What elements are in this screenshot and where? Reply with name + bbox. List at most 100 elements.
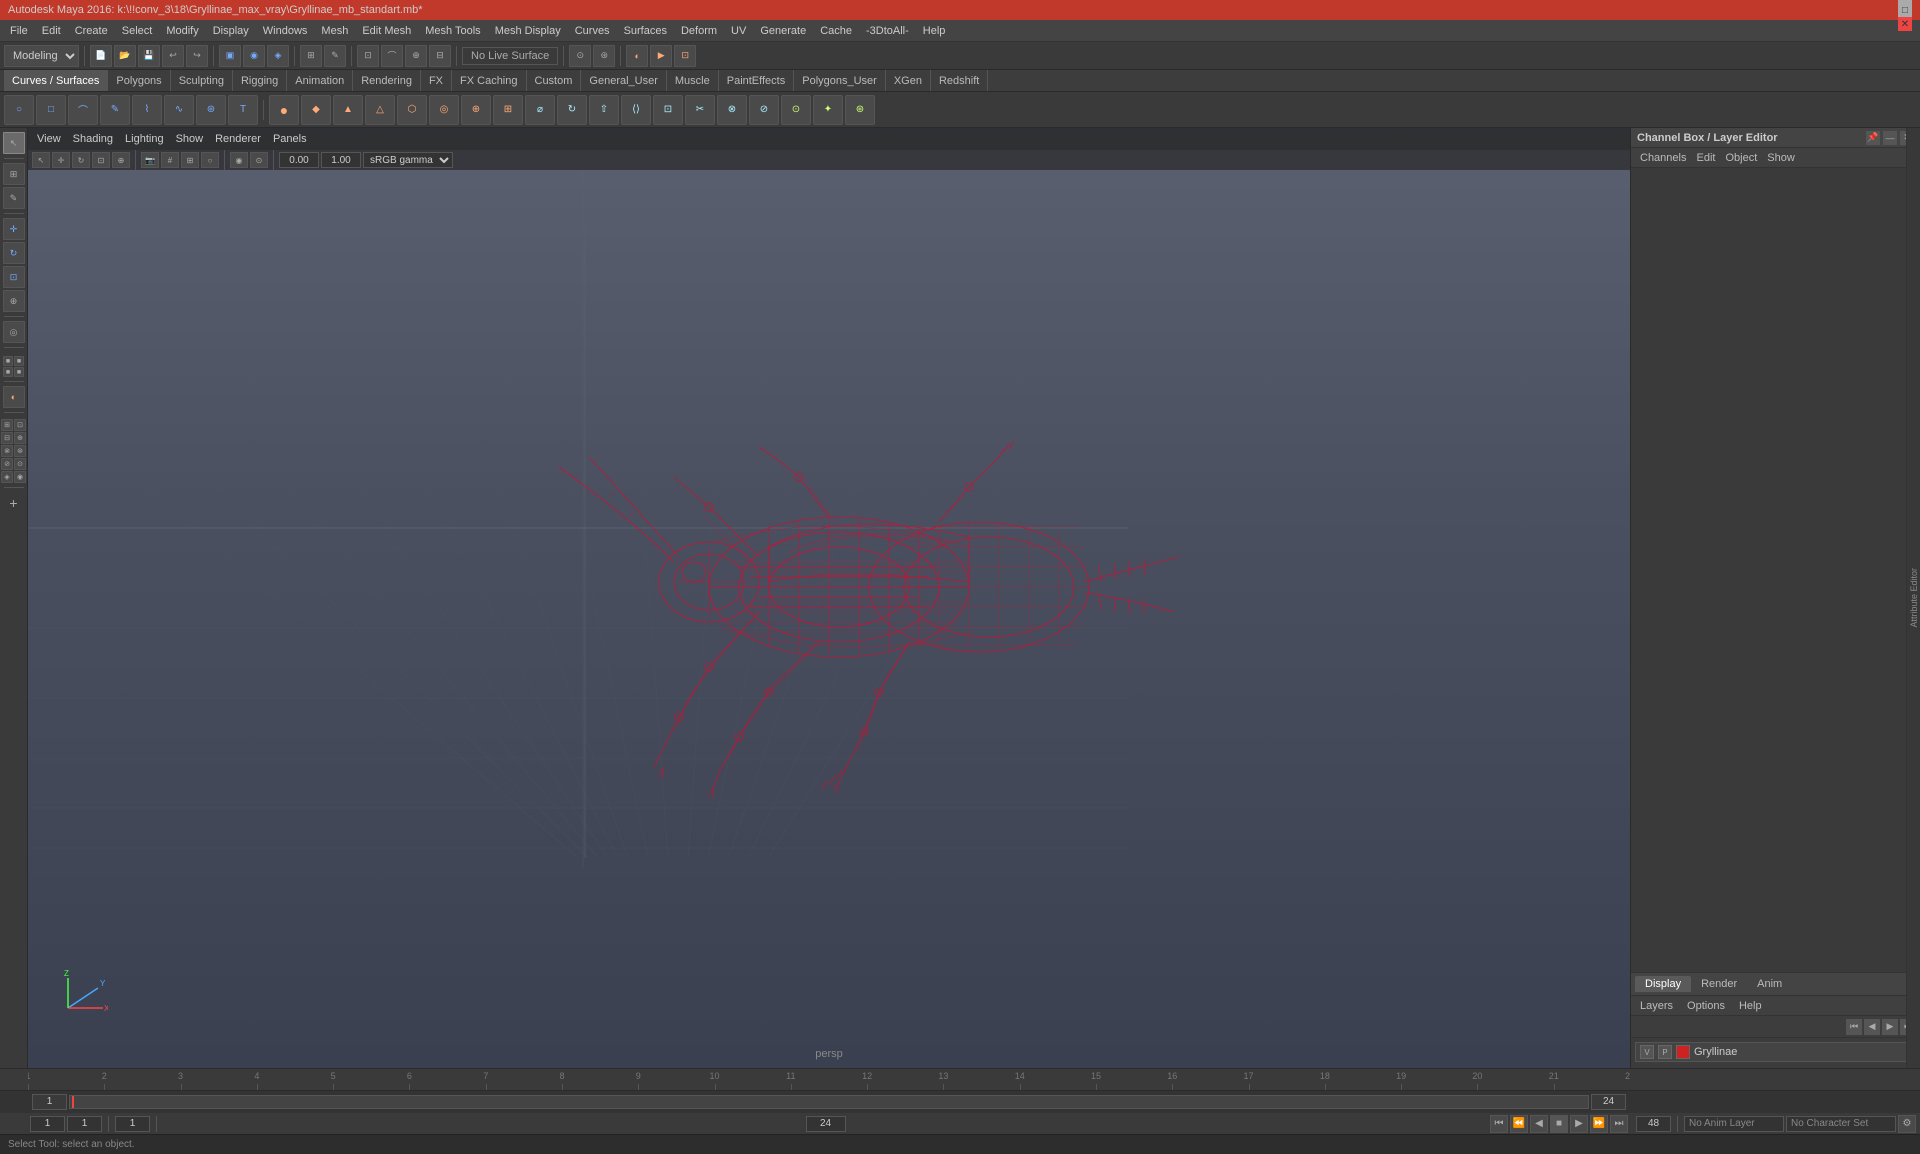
menu-edit[interactable]: Edit [36,23,67,39]
select-by-obj-btn[interactable]: ◉ [243,45,265,67]
vp-select-btn[interactable]: ↖ [32,152,50,168]
paint-sel-btn[interactable]: ✎ [324,45,346,67]
workspace-dropdown[interactable]: Modeling [4,45,79,67]
menu-select[interactable]: Select [116,23,159,39]
shelf-icon-project[interactable]: ⊙ [781,95,811,125]
shelf-tab-fx-caching[interactable]: FX Caching [452,70,526,91]
menu-surfaces[interactable]: Surfaces [618,23,673,39]
pb-play-fwd[interactable]: ▶ [1570,1115,1588,1133]
menu-help[interactable]: Help [917,23,952,39]
vp-grid-btn[interactable]: # [161,152,179,168]
vp-scale-btn[interactable]: ⊡ [92,152,110,168]
show-manip-btn[interactable]: ⊕ [3,290,25,312]
lasso-tool-btn[interactable]: ⊞ [3,163,25,185]
shelf-icon-trim[interactable]: ✂ [685,95,715,125]
pb-play-back[interactable]: ◀ [1530,1115,1548,1133]
menu-windows[interactable]: Windows [257,23,314,39]
shelf-tab-curves-surfaces[interactable]: Curves / Surfaces [4,70,108,91]
menu-create[interactable]: Create [69,23,114,39]
shelf-icon-plane[interactable]: ⬡ [397,95,427,125]
layers-menu-help[interactable]: Help [1734,998,1767,1014]
shelf-icon-birail[interactable]: ⟨⟩ [621,95,651,125]
layer-p-btn[interactable]: P [1658,1045,1672,1059]
cb-menu-object[interactable]: Object [1720,150,1762,166]
vp-menu-lighting[interactable]: Lighting [120,131,169,147]
tool-c1[interactable]: ⊗ [1,445,13,457]
move-tool-btn[interactable]: ✛ [3,218,25,240]
range-end-field[interactable]: 24 [1591,1094,1626,1110]
shelf-icon-nurbs2[interactable]: ⊞ [493,95,523,125]
vp-move-btn[interactable]: ✛ [52,152,70,168]
shelf-icon-helix[interactable]: ⊛ [196,95,226,125]
vp-hide-sel-btn[interactable]: ◉ [230,152,248,168]
shelf-tab-animation[interactable]: Animation [287,70,353,91]
shelf-tab-fx[interactable]: FX [421,70,452,91]
ipr-btn[interactable]: ⊡ [674,45,696,67]
layer-ctrl-3[interactable]: ▶ [1882,1019,1898,1035]
tool-e1[interactable]: ◈ [1,471,13,483]
vp-smooth-btn[interactable]: ○ [201,152,219,168]
cb-minimize-btn[interactable]: — [1883,131,1897,145]
shelf-icon-cylinder[interactable]: ▲ [333,95,363,125]
shelf-tab-muscle[interactable]: Muscle [667,70,719,91]
range-start-field[interactable]: 1 [32,1094,67,1110]
pb-step-back[interactable]: ⏪ [1510,1115,1528,1133]
layer-row-gryllinae[interactable]: V P Gryllinae [1635,1042,1916,1062]
layer-ctrl-1[interactable]: ⏮ [1846,1019,1862,1035]
select-tool-btn[interactable]: ↖ [3,132,25,154]
shelf-icon-ep[interactable]: ∿ [164,95,194,125]
shelf-icon-stitch[interactable]: ⊗ [717,95,747,125]
rotate-tool-btn[interactable]: ↻ [3,242,25,264]
pb-stop[interactable]: ■ [1550,1115,1568,1133]
new-file-btn[interactable]: 📄 [90,45,112,67]
snap-view-btn[interactable]: ⊟ [429,45,451,67]
vp-menu-panels[interactable]: Panels [268,131,312,147]
display-mode-1-btn[interactable]: ■ [3,356,13,366]
tool-b1[interactable]: ⊟ [1,432,13,444]
timeline-area[interactable]: 12345678910111213141516171819202122 [0,1068,1920,1090]
viewport[interactable]: View Shading Lighting Show Renderer Pane… [28,128,1630,1068]
shelf-icon-revolve[interactable]: ↻ [557,95,587,125]
pb-settings-btn[interactable]: ⚙ [1898,1115,1916,1133]
save-file-btn[interactable]: 💾 [138,45,160,67]
menu-mesh-tools[interactable]: Mesh Tools [419,23,486,39]
shelf-tab-paint-effects[interactable]: PaintEffects [719,70,795,91]
shelf-icon-offset[interactable]: ⊛ [845,95,875,125]
tool-a2[interactable]: ⊡ [14,419,26,431]
shelf-icon-cone[interactable]: △ [365,95,395,125]
pb-goto-end[interactable]: ⏭ [1610,1115,1628,1133]
menu-cache[interactable]: Cache [814,23,858,39]
vp-manip-btn[interactable]: ⊕ [112,152,130,168]
pb-step-fwd[interactable]: ⏩ [1590,1115,1608,1133]
timeline-numbers[interactable]: 12345678910111213141516171819202122 [28,1069,1630,1090]
pb-start-frame-field[interactable]: 1 [30,1116,65,1132]
menu-modify[interactable]: Modify [160,23,204,39]
render-btn[interactable]: ▶ [650,45,672,67]
shelf-icon-extrude[interactable]: ⇧ [589,95,619,125]
shelf-icon-square[interactable]: □ [36,95,66,125]
display-mode-3-btn[interactable]: ■ [3,367,13,377]
tab-display[interactable]: Display [1635,976,1691,992]
vp-menu-shading[interactable]: Shading [68,131,118,147]
snap-grid-btn[interactable]: ⊡ [357,45,379,67]
cb-menu-channels[interactable]: Channels [1635,150,1691,166]
pb-end-frame-field[interactable]: 48 [1636,1116,1671,1132]
vp-show-btn[interactable]: ⊙ [250,152,268,168]
shelf-tab-custom[interactable]: Custom [527,70,582,91]
vp-wire-btn[interactable]: ⊞ [181,152,199,168]
menu-3dto[interactable]: -3DtoAll- [860,23,915,39]
vp-menu-renderer[interactable]: Renderer [210,131,266,147]
shelf-icon-loft[interactable]: ⌀ [525,95,555,125]
shelf-icon-bezier[interactable]: ⌇ [132,95,162,125]
render-settings-btn[interactable]: ◐ [626,45,648,67]
render-preview-btn[interactable]: ◐ [3,386,25,408]
menu-display[interactable]: Display [207,23,255,39]
layers-menu-layers[interactable]: Layers [1635,998,1678,1014]
pb-goto-start[interactable]: ⏮ [1490,1115,1508,1133]
tool-d2[interactable]: ⊙ [14,458,26,470]
open-file-btn[interactable]: 📂 [114,45,136,67]
shelf-icon-text[interactable]: T [228,95,258,125]
vp-menu-view[interactable]: View [32,131,66,147]
vp-field-2[interactable]: 1.00 [321,152,361,168]
history-btn[interactable]: ⊙ [569,45,591,67]
